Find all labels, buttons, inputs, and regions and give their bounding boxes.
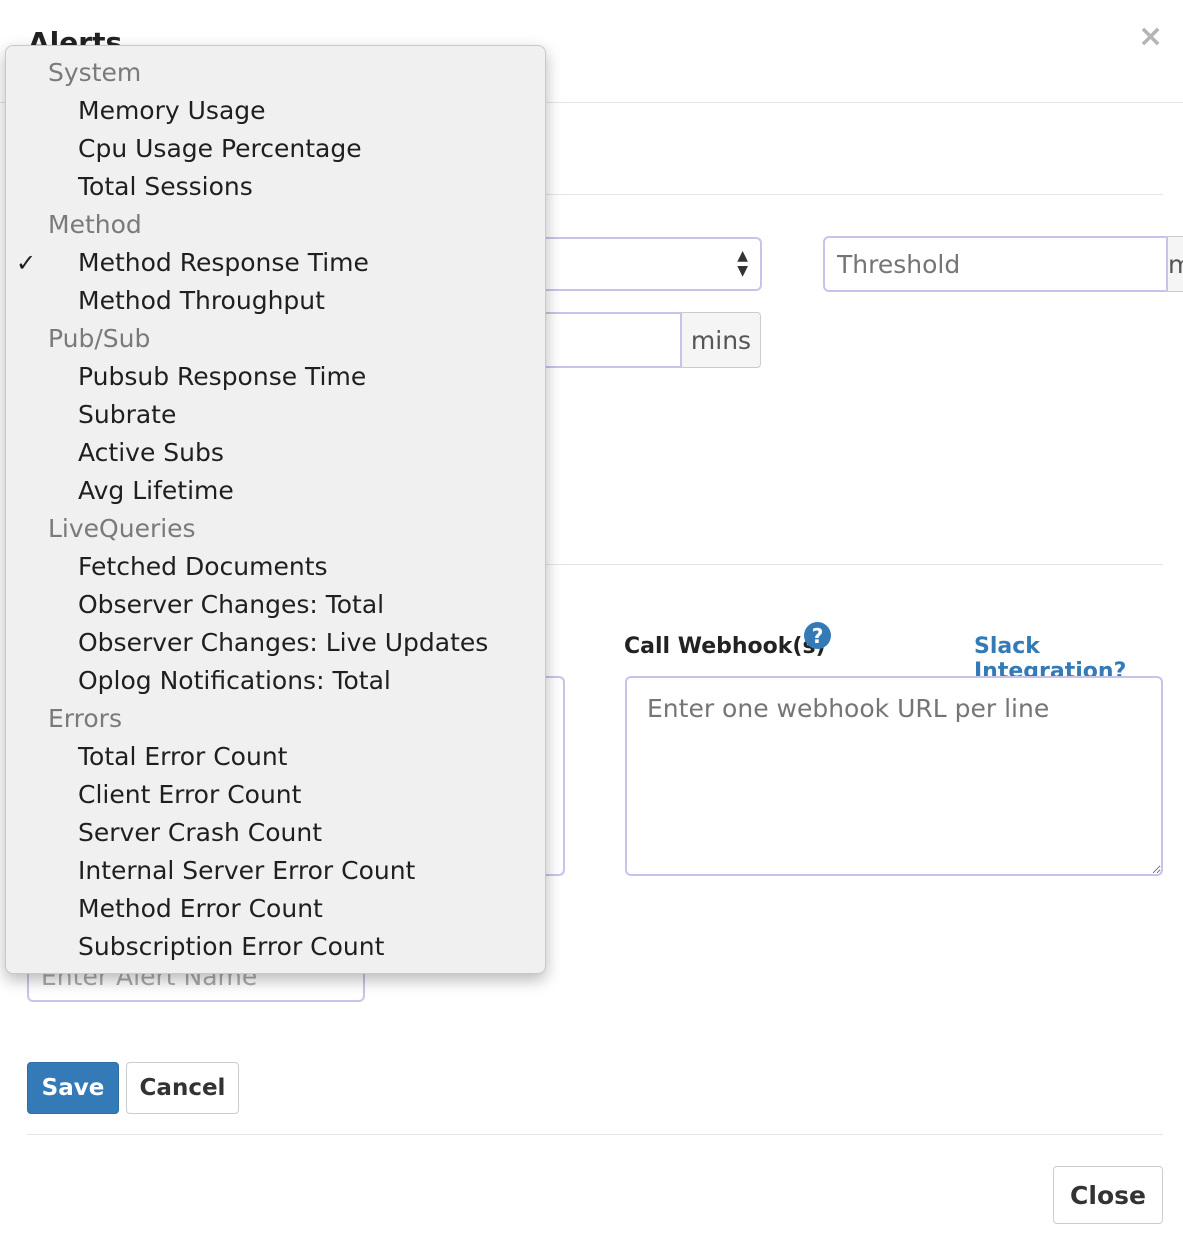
group-label: LiveQueries <box>6 510 545 548</box>
save-button[interactable]: Save <box>27 1062 119 1114</box>
checkmark-icon: ✓ <box>16 244 36 282</box>
option-internal-server-error-count[interactable]: Internal Server Error Count <box>6 852 545 890</box>
group-label: Method <box>6 206 545 244</box>
option-subscription-error-count[interactable]: Subscription Error Count <box>6 928 545 966</box>
webhook-textarea[interactable] <box>625 676 1163 876</box>
option-method-error-count[interactable]: Method Error Count <box>6 890 545 928</box>
dropdown-group-system: System Memory Usage Cpu Usage Percentage… <box>6 54 545 206</box>
option-pubsub-response-time[interactable]: Pubsub Response Time <box>6 358 545 396</box>
option-oplog-notifications-total[interactable]: Oplog Notifications: Total <box>6 662 545 700</box>
option-total-error-count[interactable]: Total Error Count <box>6 738 545 776</box>
group-label: Pub/Sub <box>6 320 545 358</box>
threshold-input[interactable] <box>823 236 1168 292</box>
select-arrows-icon: ▲▼ <box>737 249 748 279</box>
group-label: System <box>6 54 545 92</box>
group-label: Errors <box>6 700 545 738</box>
option-subrate[interactable]: Subrate <box>6 396 545 434</box>
option-server-crash-count[interactable]: Server Crash Count <box>6 814 545 852</box>
webhook-label: Call Webhook(s) <box>624 634 826 659</box>
option-avg-lifetime[interactable]: Avg Lifetime <box>6 472 545 510</box>
threshold-unit: ms <box>1168 236 1183 292</box>
option-fetched-documents[interactable]: Fetched Documents <box>6 548 545 586</box>
dropdown-group-errors: Errors Total Error Count Client Error Co… <box>6 700 545 966</box>
close-button[interactable]: Close <box>1053 1166 1163 1224</box>
close-icon[interactable]: × <box>1138 22 1163 52</box>
threshold-group: ms <box>823 236 1159 292</box>
option-label: Method Response Time <box>78 248 369 277</box>
cancel-button[interactable]: Cancel <box>126 1062 239 1114</box>
option-memory-usage[interactable]: Memory Usage <box>6 92 545 130</box>
footer-divider <box>27 1134 1163 1135</box>
option-observer-changes-total[interactable]: Observer Changes: Total <box>6 586 545 624</box>
help-icon[interactable]: ? <box>804 622 831 649</box>
metric-dropdown-menu[interactable]: System Memory Usage Cpu Usage Percentage… <box>5 45 546 974</box>
dropdown-group-pubsub: Pub/Sub Pubsub Response Time Subrate Act… <box>6 320 545 510</box>
option-total-sessions[interactable]: Total Sessions <box>6 168 545 206</box>
option-client-error-count[interactable]: Client Error Count <box>6 776 545 814</box>
dropdown-group-livequeries: LiveQueries Fetched Documents Observer C… <box>6 510 545 700</box>
option-method-throughput[interactable]: Method Throughput <box>6 282 545 320</box>
duration-unit: mins <box>682 312 761 368</box>
option-active-subs[interactable]: Active Subs <box>6 434 545 472</box>
option-method-response-time[interactable]: ✓ Method Response Time <box>6 244 545 282</box>
option-observer-changes-live-updates[interactable]: Observer Changes: Live Updates <box>6 624 545 662</box>
dropdown-group-method: Method ✓ Method Response Time Method Thr… <box>6 206 545 320</box>
option-cpu-usage-percentage[interactable]: Cpu Usage Percentage <box>6 130 545 168</box>
alerts-modal: Alerts × n ▲▼ ms mins Call Webhook(s) ? … <box>0 0 1183 1245</box>
